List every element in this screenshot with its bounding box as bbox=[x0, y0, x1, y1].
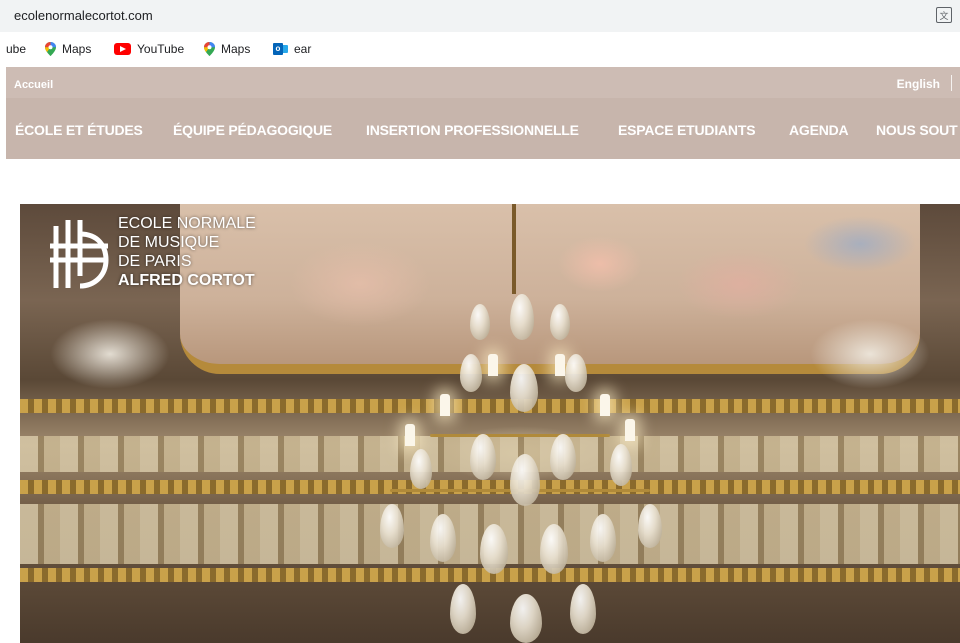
bookmark-label: YouTube bbox=[137, 42, 185, 56]
bookmark-item[interactable]: Maps bbox=[204, 40, 250, 58]
bookmark-item[interactable]: Maps bbox=[45, 40, 91, 58]
nav-item-nous-soutenir[interactable]: NOUS SOUT bbox=[876, 122, 958, 138]
bookmark-label: Maps bbox=[62, 42, 92, 56]
language-switch-link[interactable]: English bbox=[897, 77, 940, 91]
logo-line: ECOLE NORMALE bbox=[118, 215, 256, 232]
translate-icon[interactable]: 文 bbox=[936, 7, 952, 23]
nav-item-equipe-pedagogique[interactable]: ÉQUIPE PÉDAGOGIQUE bbox=[173, 122, 332, 138]
bookmark-item[interactable]: ube bbox=[6, 40, 26, 58]
hero-image: ECOLE NORMALE DE MUSIQUE DE PARIS ALFRED… bbox=[20, 204, 960, 643]
nav-item-agenda[interactable]: AGENDA bbox=[789, 122, 849, 138]
logo-line: ALFRED CORTOT bbox=[118, 272, 255, 289]
home-link[interactable]: Accueil bbox=[14, 79, 53, 91]
nav-item-espace-etudiants[interactable]: ESPACE ETUDIANTS bbox=[618, 122, 756, 138]
nav-item-ecole-et-etudes[interactable]: ÉCOLE ET ÉTUDES bbox=[15, 122, 143, 138]
bookmark-label: ear bbox=[294, 42, 312, 56]
nav-item-insertion-professionnelle[interactable]: INSERTION PROFESSIONNELLE bbox=[366, 122, 579, 138]
google-maps-icon bbox=[45, 42, 56, 56]
sculpture-left bbox=[50, 319, 170, 389]
youtube-icon bbox=[114, 43, 131, 55]
chandelier-chain bbox=[512, 204, 516, 294]
logo-mark-icon bbox=[50, 220, 109, 289]
bookmarks-bar: ube Maps YouTube Maps o ear bbox=[0, 32, 960, 65]
address-bar[interactable]: ecolenormalecortot.com 文 bbox=[0, 0, 960, 32]
logo-line: DE MUSIQUE bbox=[118, 234, 220, 251]
logo-text: ECOLE NORMALE DE MUSIQUE DE PARIS ALFRED… bbox=[118, 214, 256, 290]
sculpture-right bbox=[810, 319, 930, 389]
google-maps-icon bbox=[204, 42, 215, 56]
divider bbox=[951, 75, 952, 91]
logo-line: DE PARIS bbox=[118, 253, 192, 270]
bookmark-item[interactable]: YouTube bbox=[114, 40, 184, 58]
url-text[interactable]: ecolenormalecortot.com bbox=[14, 8, 153, 23]
outlook-icon: o bbox=[273, 42, 288, 56]
bookmark-label: Maps bbox=[221, 42, 251, 56]
chandelier bbox=[370, 294, 670, 643]
school-logo[interactable]: ECOLE NORMALE DE MUSIQUE DE PARIS ALFRED… bbox=[50, 214, 290, 304]
site-utility-bar: Accueil English bbox=[6, 67, 960, 98]
bookmark-label: ube bbox=[6, 42, 27, 56]
main-navigation: ÉCOLE ET ÉTUDES ÉQUIPE PÉDAGOGIQUE INSER… bbox=[6, 98, 960, 159]
bookmark-item[interactable]: o ear bbox=[273, 40, 311, 58]
